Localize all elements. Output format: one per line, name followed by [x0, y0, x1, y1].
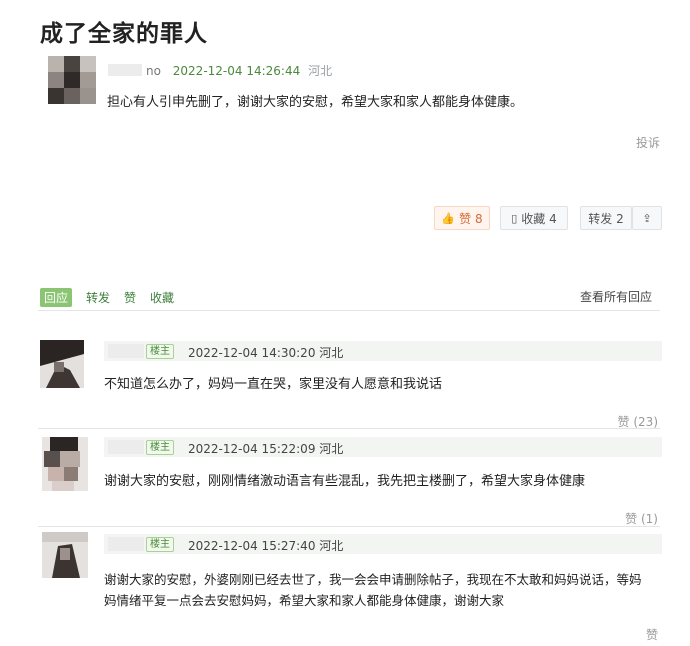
- post-title: 成了全家的罪人: [40, 21, 208, 47]
- avatar[interactable]: [40, 340, 84, 388]
- avatar-image: [40, 340, 84, 388]
- post-content: 担心有人引申先删了，谢谢大家的安慰，希望大家和家人都能身体健康。: [107, 95, 524, 110]
- reply-author-mosaic[interactable]: [108, 440, 144, 454]
- reply-divider: [38, 526, 660, 527]
- reply-date: 2022-12-04 15:27:40 河北: [188, 539, 344, 553]
- tab-like[interactable]: 赞: [124, 289, 136, 306]
- reply-like-count[interactable]: 赞 (1): [625, 510, 658, 527]
- tab-forward[interactable]: 转发: [86, 289, 110, 306]
- reply-date: 2022-12-04 14:30:20 河北: [188, 346, 344, 360]
- bookmark-icon: ▯: [511, 211, 518, 225]
- host-badge: 楼主: [146, 537, 174, 552]
- avatar-image: [42, 437, 88, 491]
- avatar-image: [42, 532, 88, 578]
- avatar[interactable]: [42, 532, 88, 578]
- tabs-divider: [38, 310, 660, 311]
- reply-content: 谢谢大家的安慰，刚刚情绪激动语言有些混乱，我先把主楼删了，希望大家身体健康: [104, 474, 586, 489]
- tab-collect[interactable]: 收藏: [150, 289, 174, 306]
- post-location: 河北: [308, 64, 333, 78]
- tab-reply[interactable]: 回应: [40, 288, 73, 307]
- host-badge: 楼主: [146, 440, 174, 455]
- reply-author-mosaic[interactable]: [108, 344, 144, 358]
- avatar[interactable]: [42, 437, 88, 491]
- share-icon: ⇪: [642, 211, 652, 225]
- reply-content-line: 谢谢大家的安慰，外婆刚刚已经去世了，我一会会申请删除帖子，我现在不太敢和妈妈说话…: [104, 572, 642, 587]
- like-button-label: 赞 8: [459, 211, 483, 226]
- avatar-image: [48, 56, 96, 104]
- collect-button[interactable]: ▯ 收藏 4: [500, 206, 568, 230]
- author-name-mosaic: [108, 64, 142, 76]
- share-button[interactable]: ⇪: [632, 206, 662, 230]
- thumbs-up-icon: 👍: [441, 211, 456, 225]
- reply-author-mosaic[interactable]: [108, 537, 144, 551]
- like-button[interactable]: 👍 赞 8: [434, 206, 490, 230]
- avatar[interactable]: [48, 56, 96, 104]
- post-meta: no 2022-12-04 14:26:44 河北: [108, 62, 332, 79]
- author-name[interactable]: no: [146, 64, 161, 78]
- forward-button[interactable]: 转发 2: [580, 206, 632, 230]
- collect-button-label: 收藏 4: [521, 211, 557, 226]
- reply-content-line: 妈情绪平复一点会去安慰妈妈，希望大家和家人都能身体健康，谢谢大家: [104, 593, 505, 608]
- reply-like-count[interactable]: 赞: [646, 626, 658, 643]
- reply-content: 不知道怎么办了，妈妈一直在哭，家里没有人愿意和我说话: [104, 377, 443, 392]
- post-date: 2022-12-04 14:26:44: [172, 64, 301, 78]
- forward-button-label: 转发 2: [588, 211, 624, 226]
- host-badge: 楼主: [146, 344, 174, 359]
- view-all-replies-link[interactable]: 查看所有回应: [580, 288, 652, 305]
- report-link[interactable]: 投诉: [636, 134, 660, 151]
- reply-divider: [38, 428, 660, 429]
- reply-tabs: 回应 转发 赞 收藏: [40, 288, 188, 307]
- reply-date: 2022-12-04 15:22:09 河北: [188, 442, 344, 456]
